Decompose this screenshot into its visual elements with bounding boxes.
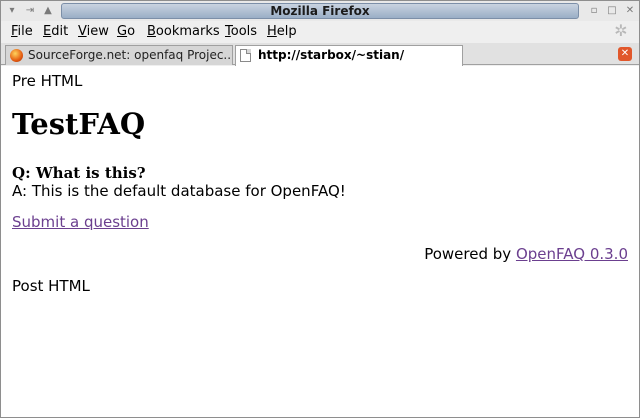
close-window-icon[interactable]: ✕ [623,4,637,18]
firefox-icon [10,49,23,62]
tab-starbox[interactable]: http://starbox/~stian/ [235,45,463,66]
window-title: Mozilla Firefox [61,3,579,19]
tab-sourceforge[interactable]: SourceForge.net: openfaq Projec... [5,45,233,65]
post-html-text: Post HTML [12,277,90,295]
menu-bookmarks[interactable]: Bookmarks [147,24,220,39]
menu-go[interactable]: Go [117,24,135,39]
menu-tools[interactable]: Tools [225,24,257,39]
faq-question: Q: What is this? [12,164,146,182]
page-content: Pre HTML TestFAQ Q: What is this? A: Thi… [1,66,639,417]
powered-by: Powered by OpenFAQ 0.3.0 [424,245,628,263]
pre-html-text: Pre HTML [12,72,83,90]
menu-help[interactable]: Help [267,24,297,39]
tab-label: SourceForge.net: openfaq Projec... [28,48,233,62]
tab-label: http://starbox/~stian/ [258,48,405,62]
shade-icon[interactable]: ⇥ [23,4,37,18]
collapse-icon[interactable]: ▲ [41,4,55,18]
powered-by-label: Powered by [424,245,516,263]
minimize-icon[interactable]: ▫ [587,4,601,18]
menu-edit[interactable]: Edit [43,24,68,39]
page-icon [240,49,251,62]
maximize-icon[interactable]: □ [605,4,619,18]
submit-question-link[interactable]: Submit a question [12,213,149,231]
faq-answer: A: This is the default database for Open… [12,182,346,200]
menu-view[interactable]: View [78,24,109,39]
tab-strip: SourceForge.net: openfaq Projec... http:… [1,43,639,66]
browser-window: ▾ ⇥ ▲ Mozilla Firefox ▫ □ ✕ File Edit Vi… [0,0,640,418]
title-bar[interactable]: ▾ ⇥ ▲ Mozilla Firefox ▫ □ ✕ [1,1,639,21]
openfaq-link[interactable]: OpenFAQ 0.3.0 [516,245,628,263]
window-menu-chevron-icon[interactable]: ▾ [5,4,19,18]
menu-file[interactable]: File [11,24,33,39]
throbber-icon: ✲ [614,21,628,40]
close-tab-icon[interactable]: ✕ [618,47,632,61]
page-title: TestFAQ [12,107,146,141]
menu-bar: File Edit View Go Bookmarks Tools Help [1,21,639,43]
